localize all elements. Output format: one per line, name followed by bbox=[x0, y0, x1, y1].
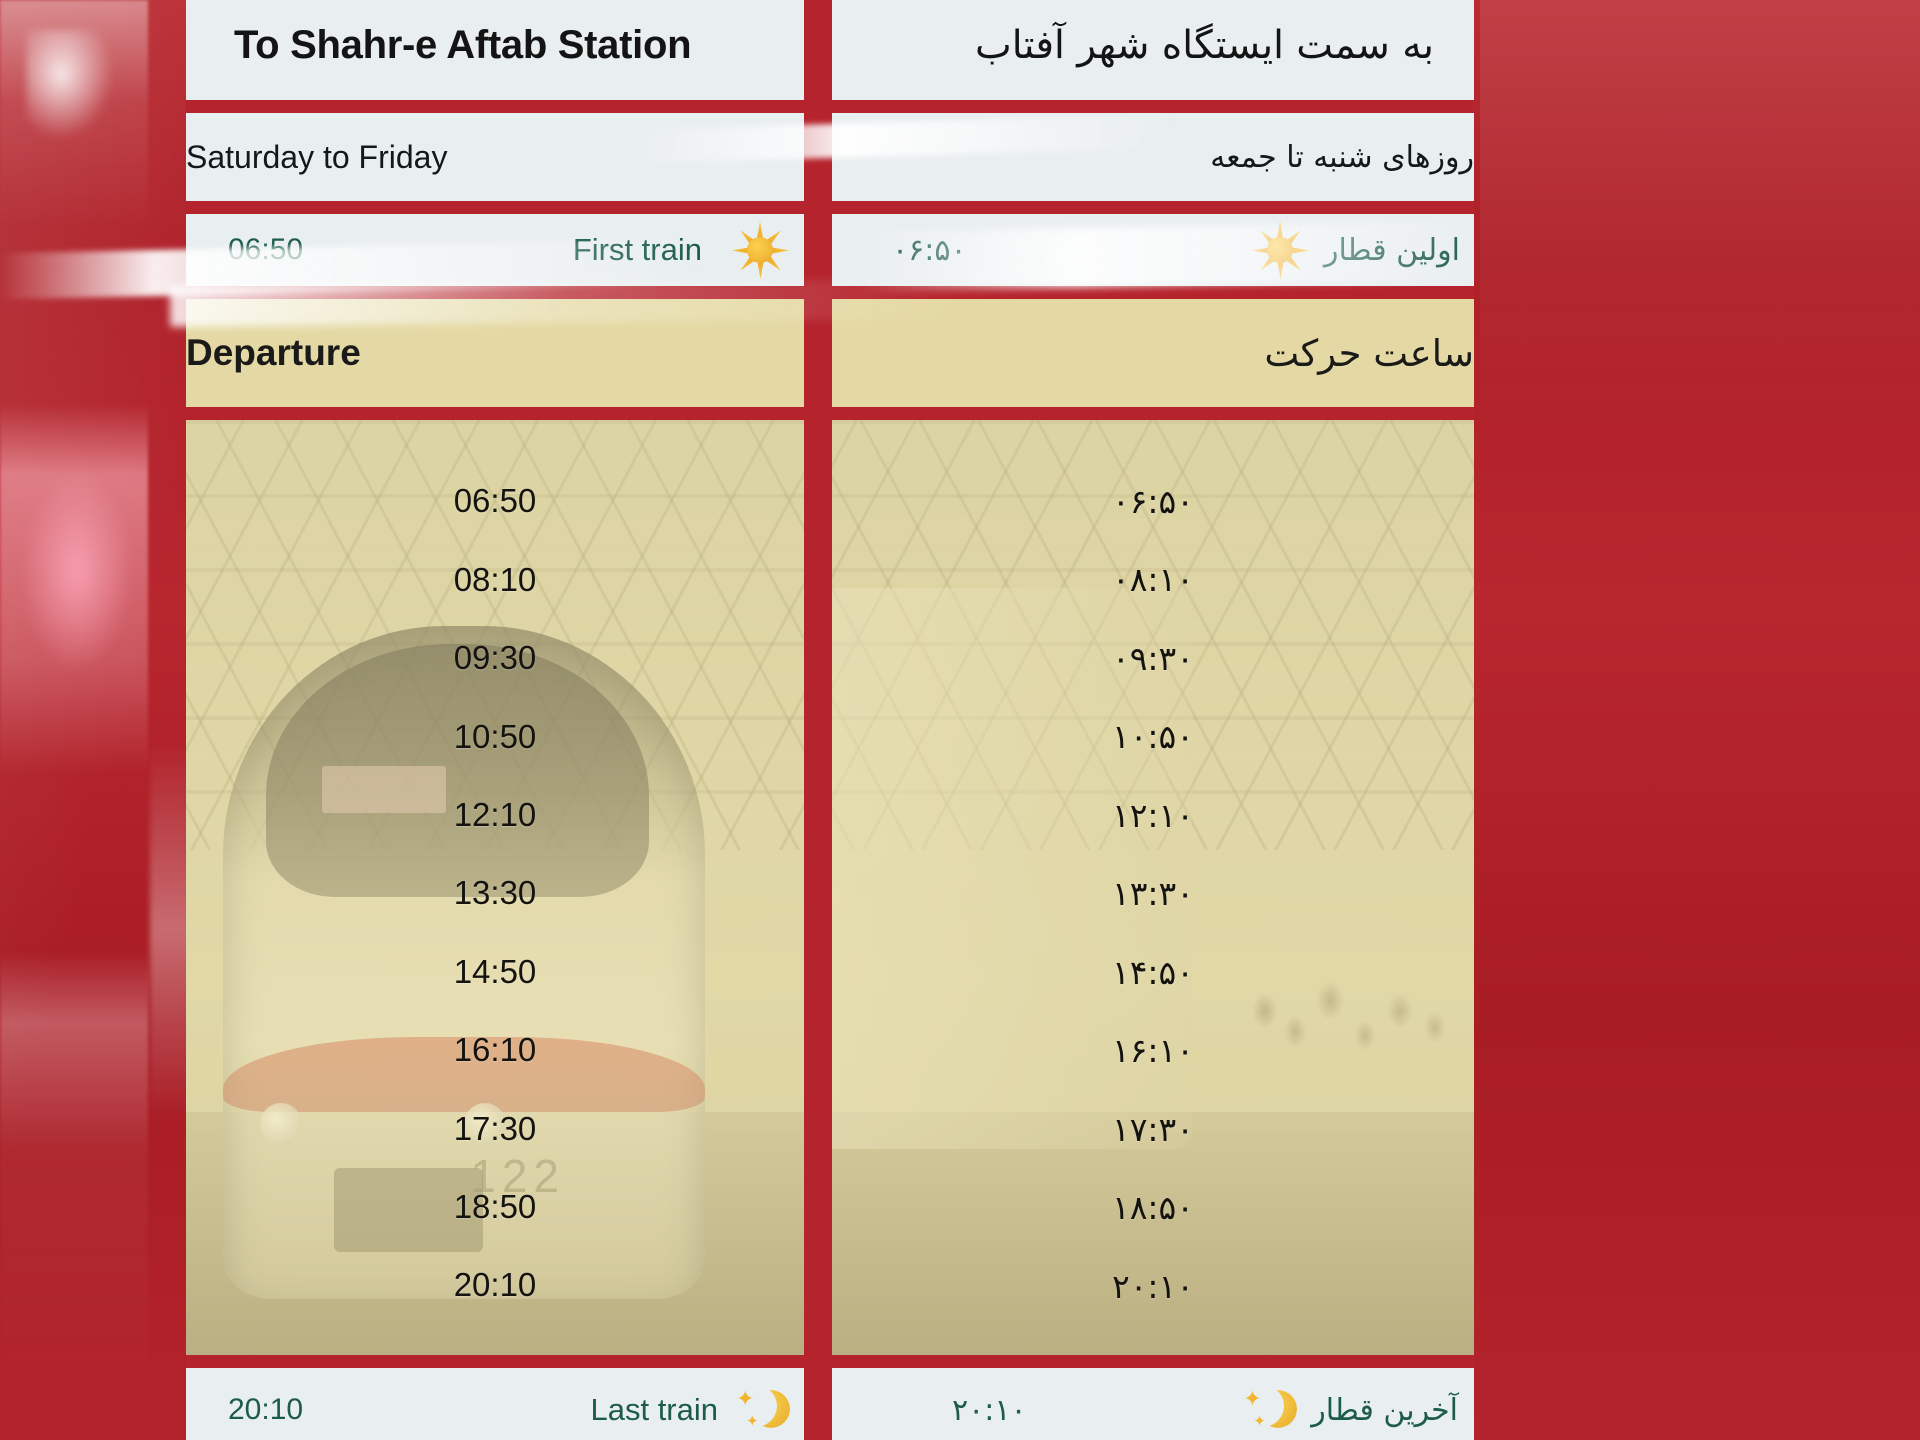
moon-star-icon: ✦ ✦ bbox=[736, 1384, 792, 1436]
departure-time: ۰۶:۵۰ bbox=[1111, 481, 1195, 521]
departure-header-en: Departure bbox=[186, 332, 361, 373]
page-title-en: To Shahr-e Aftab Station bbox=[234, 22, 692, 67]
departure-time: 13:30 bbox=[453, 874, 537, 912]
service-days-row: Saturday to Friday روزهای شنبه تا جمعه bbox=[186, 113, 1474, 201]
departure-list-fa: ۰۶:۵۰ ۰۸:۱۰ ۰۹:۳۰ ۱۰:۵۰ ۱۲:۱۰ ۱۳:۳۰ ۱۴:۵۰ ۱۶:۱۰… bbox=[832, 420, 1474, 1355]
departure-time: ۰۸:۱۰ bbox=[1111, 560, 1195, 599]
first-train-label-en: First train bbox=[572, 232, 702, 267]
departure-time: ۰۹:۳۰ bbox=[1111, 638, 1195, 678]
row-divider bbox=[186, 407, 1474, 420]
departure-time: ۱۷:۳۰ bbox=[1111, 1109, 1195, 1149]
departure-time: 17:30 bbox=[453, 1109, 537, 1147]
departure-times-fa-cell: ۰۶:۵۰ ۰۸:۱۰ ۰۹:۳۰ ۱۰:۵۰ ۱۲:۱۰ ۱۳:۳۰ ۱۴:۵۰ ۱۶:۱۰… bbox=[832, 420, 1474, 1355]
last-train-label-fa: آخرین قطار bbox=[1311, 1392, 1458, 1428]
service-days-en: Saturday to Friday bbox=[186, 138, 448, 175]
first-train-time-fa: ۰۶:۵۰ bbox=[892, 232, 967, 268]
departure-time: ۱۸:۵۰ bbox=[1111, 1188, 1195, 1227]
first-train-en-cell: 06:50 First train bbox=[186, 214, 804, 286]
departure-time: 10:50 bbox=[453, 717, 537, 755]
days-fa-cell: روزهای شنبه تا جمعه bbox=[832, 113, 1474, 201]
departure-time: ۱۴:۵۰ bbox=[1111, 952, 1195, 992]
days-en-cell: Saturday to Friday bbox=[186, 113, 804, 201]
row-divider bbox=[186, 286, 1474, 299]
departure-times-en-cell: 122 06:5008:1009:3010:5012:1013:3014:501… bbox=[186, 420, 804, 1355]
first-train-label-fa: اولین قطار bbox=[1324, 232, 1460, 268]
departure-time: ۱۰:۵۰ bbox=[1111, 717, 1195, 756]
title-fa-cell: به سمت ایستگاه شهر آفتاب bbox=[832, 0, 1474, 100]
column-divider bbox=[804, 214, 832, 286]
column-divider bbox=[804, 113, 832, 201]
departure-time: 16:10 bbox=[453, 1031, 537, 1069]
service-days-fa: روزهای شنبه تا جمعه bbox=[1210, 139, 1474, 175]
first-train-time-en: 06:50 bbox=[228, 233, 304, 266]
departure-header-en-cell: Departure bbox=[186, 299, 804, 407]
departure-time: 08:10 bbox=[453, 560, 537, 598]
departure-time: 06:50 bbox=[453, 482, 537, 520]
sun-icon bbox=[1254, 221, 1306, 276]
departure-header-fa: ساعت حرکت bbox=[1264, 331, 1474, 375]
departure-time: 09:30 bbox=[453, 639, 537, 677]
row-divider bbox=[186, 100, 1474, 113]
column-divider bbox=[804, 420, 832, 1355]
last-train-fa-cell: آخرین قطار ✦ ✦ ۲۰:۱۰ bbox=[832, 1368, 1474, 1440]
departure-time: ۱۲:۱۰ bbox=[1111, 795, 1195, 835]
departure-header-fa-cell: ساعت حرکت bbox=[832, 299, 1474, 407]
last-train-label-en: Last train bbox=[590, 1392, 718, 1427]
column-divider bbox=[804, 1368, 832, 1440]
departure-time: ۲۰:۱۰ bbox=[1111, 1266, 1195, 1306]
departure-header-row: Departure ساعت حرکت bbox=[186, 299, 1474, 407]
departure-time: 14:50 bbox=[453, 952, 537, 990]
moon-star-icon: ✦ ✦ bbox=[1243, 1384, 1299, 1436]
departure-time: ۱۶:۱۰ bbox=[1111, 1031, 1195, 1070]
page-title-fa: به سمت ایستگاه شهر آفتاب bbox=[975, 22, 1434, 68]
last-train-time-fa: ۲۰:۱۰ bbox=[952, 1392, 1027, 1428]
first-train-row: 06:50 First train اولین قطار ۰۶:۵۰ bbox=[186, 214, 1474, 286]
title-row: To Shahr-e Aftab Station به سمت ایستگاه … bbox=[186, 0, 1474, 100]
departure-times-body: 122 06:5008:1009:3010:5012:1013:3014:501… bbox=[186, 420, 1474, 1355]
timetable-sign: To Shahr-e Aftab Station به سمت ایستگاه … bbox=[186, 0, 1474, 1440]
departure-time: 20:10 bbox=[453, 1266, 537, 1304]
row-divider bbox=[186, 1355, 1474, 1368]
last-train-row: 20:10 Last train ✦ ✦ آخرین قطار ✦ ✦ ۲۰:۱… bbox=[186, 1368, 1474, 1440]
sun-icon bbox=[734, 221, 786, 276]
departure-time: 18:50 bbox=[453, 1188, 537, 1226]
column-divider bbox=[804, 299, 832, 407]
departure-time: 12:10 bbox=[453, 796, 537, 834]
first-train-fa-cell: اولین قطار ۰۶:۵۰ bbox=[832, 214, 1474, 286]
title-en-cell: To Shahr-e Aftab Station bbox=[186, 0, 804, 100]
last-train-time-en: 20:10 bbox=[228, 1393, 304, 1426]
row-divider bbox=[186, 201, 1474, 214]
last-train-en-cell: 20:10 Last train ✦ ✦ bbox=[186, 1368, 804, 1440]
departure-list-en: 06:50 08:10 09:30 10:50 12:10 13:30 14:50 16:10… bbox=[186, 420, 804, 1355]
column-divider bbox=[804, 0, 832, 100]
departure-time: ۱۳:۳۰ bbox=[1111, 874, 1195, 913]
